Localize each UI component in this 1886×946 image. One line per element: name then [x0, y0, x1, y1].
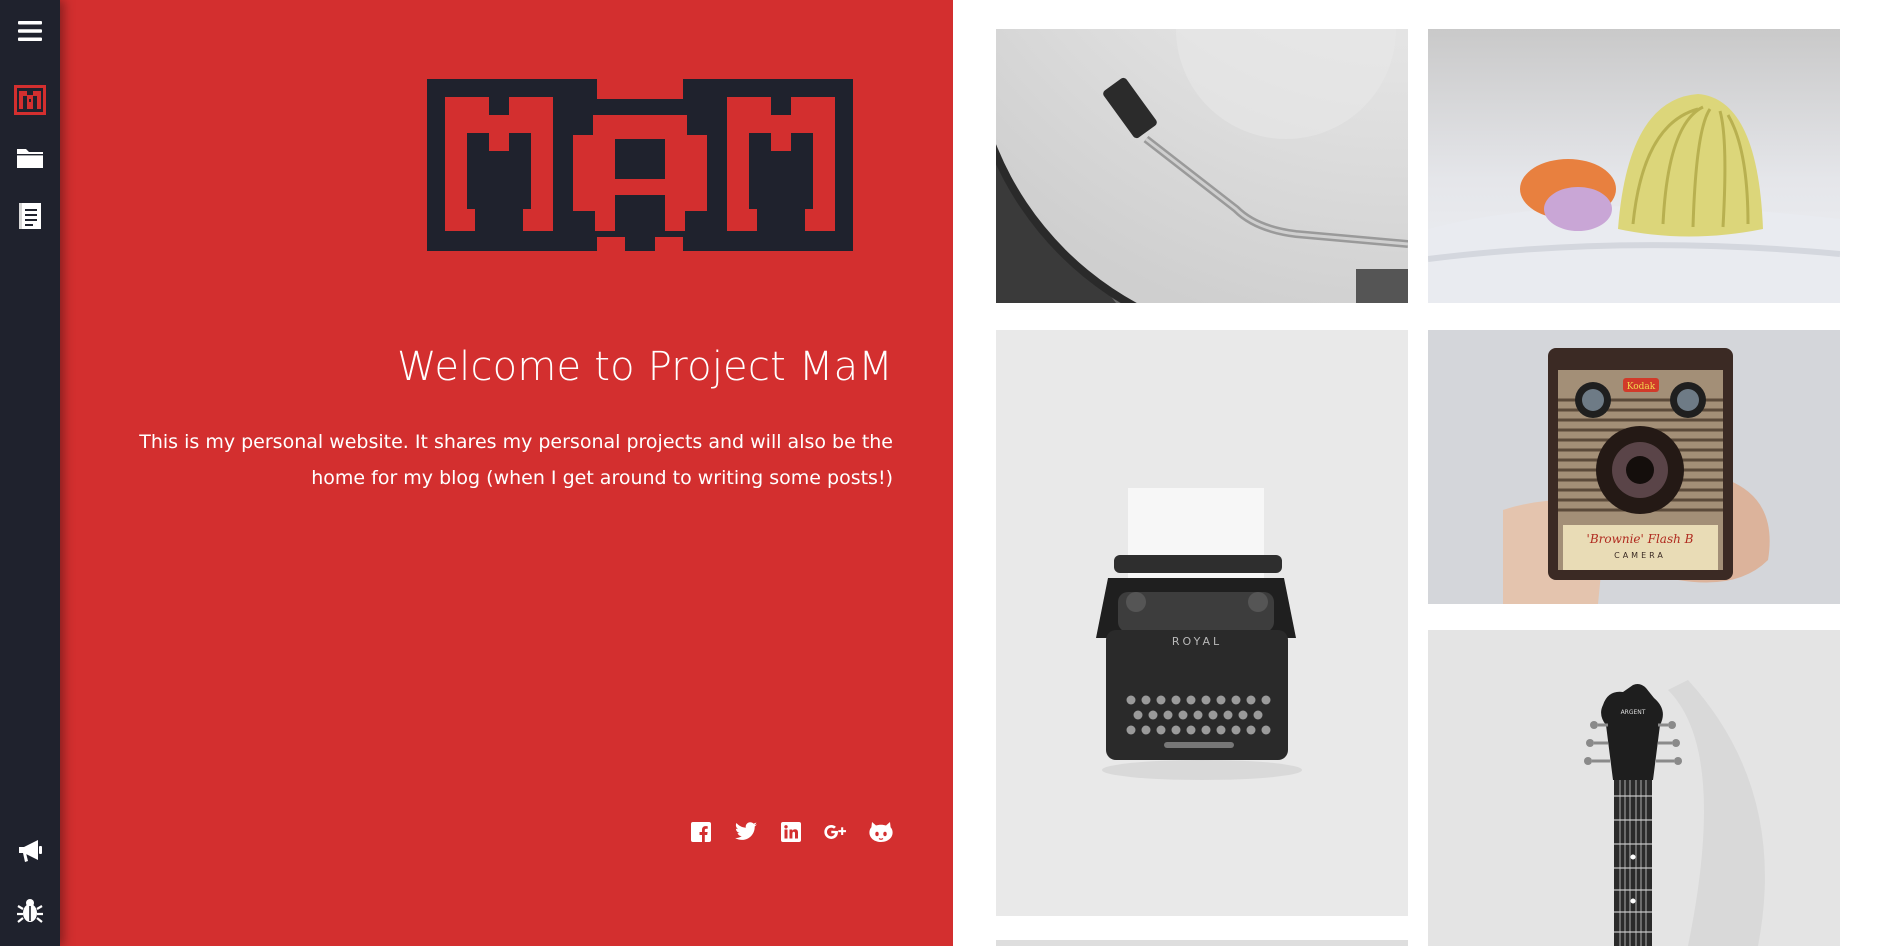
home-button[interactable] — [0, 77, 60, 123]
facebook-icon — [691, 822, 711, 842]
facebook-link[interactable] — [689, 820, 713, 844]
github-icon — [869, 822, 893, 842]
turntable-image — [996, 29, 1408, 303]
photo-guitar[interactable]: ARGENT — [1428, 630, 1840, 946]
twitter-icon — [735, 822, 757, 840]
page-title: Welcome to Project MaM — [396, 344, 893, 390]
guitar-brand: ARGENT — [1621, 709, 1646, 716]
folder-icon — [17, 149, 43, 168]
social-links — [689, 820, 893, 844]
photo-camera[interactable]: Kodak 'Brownie' Flash B CAMERA — [1428, 330, 1840, 604]
photo-next[interactable] — [996, 940, 1408, 946]
github-link[interactable] — [869, 820, 893, 844]
photo-turntable[interactable] — [996, 29, 1408, 303]
megaphone-icon — [19, 840, 42, 862]
google-plus-icon — [824, 825, 847, 839]
linkedin-link[interactable] — [779, 820, 803, 844]
announcements-button[interactable] — [0, 828, 60, 874]
linkedin-icon — [781, 822, 801, 842]
camera-image: Kodak 'Brownie' Flash B CAMERA — [1428, 330, 1840, 604]
report-bug-button[interactable] — [0, 888, 60, 934]
bug-icon — [17, 899, 43, 923]
camera-brand: Kodak — [1627, 382, 1656, 392]
projects-button[interactable] — [0, 135, 60, 181]
camera-model: 'Brownie' Flash B — [1587, 532, 1694, 546]
intro-text: This is my personal website. It shares m… — [139, 431, 893, 489]
photo-seashells[interactable] — [1428, 29, 1840, 303]
guitar-image: ARGENT — [1428, 630, 1840, 946]
mam-logo-icon — [14, 85, 46, 115]
document-icon — [19, 203, 41, 229]
typewriter-brand: ROYAL — [1172, 635, 1222, 648]
camera-label: CAMERA — [1614, 551, 1666, 560]
sidebar — [0, 0, 60, 946]
menu-icon — [18, 21, 42, 41]
photo-typewriter[interactable]: ROYAL — [996, 330, 1408, 916]
twitter-link[interactable] — [734, 820, 758, 844]
typewriter-image: ROYAL — [996, 330, 1408, 916]
menu-button[interactable] — [0, 8, 60, 54]
photo-gallery: ROYAL Kodak 'Brownie' Flash B CAMERA ARG… — [953, 0, 1886, 946]
seashells-image — [1428, 29, 1840, 303]
google-plus-link[interactable] — [824, 820, 848, 844]
blog-button[interactable] — [0, 193, 60, 239]
mam-logo — [427, 79, 853, 251]
hero-panel: Welcome to Project MaM This is my person… — [60, 0, 953, 946]
